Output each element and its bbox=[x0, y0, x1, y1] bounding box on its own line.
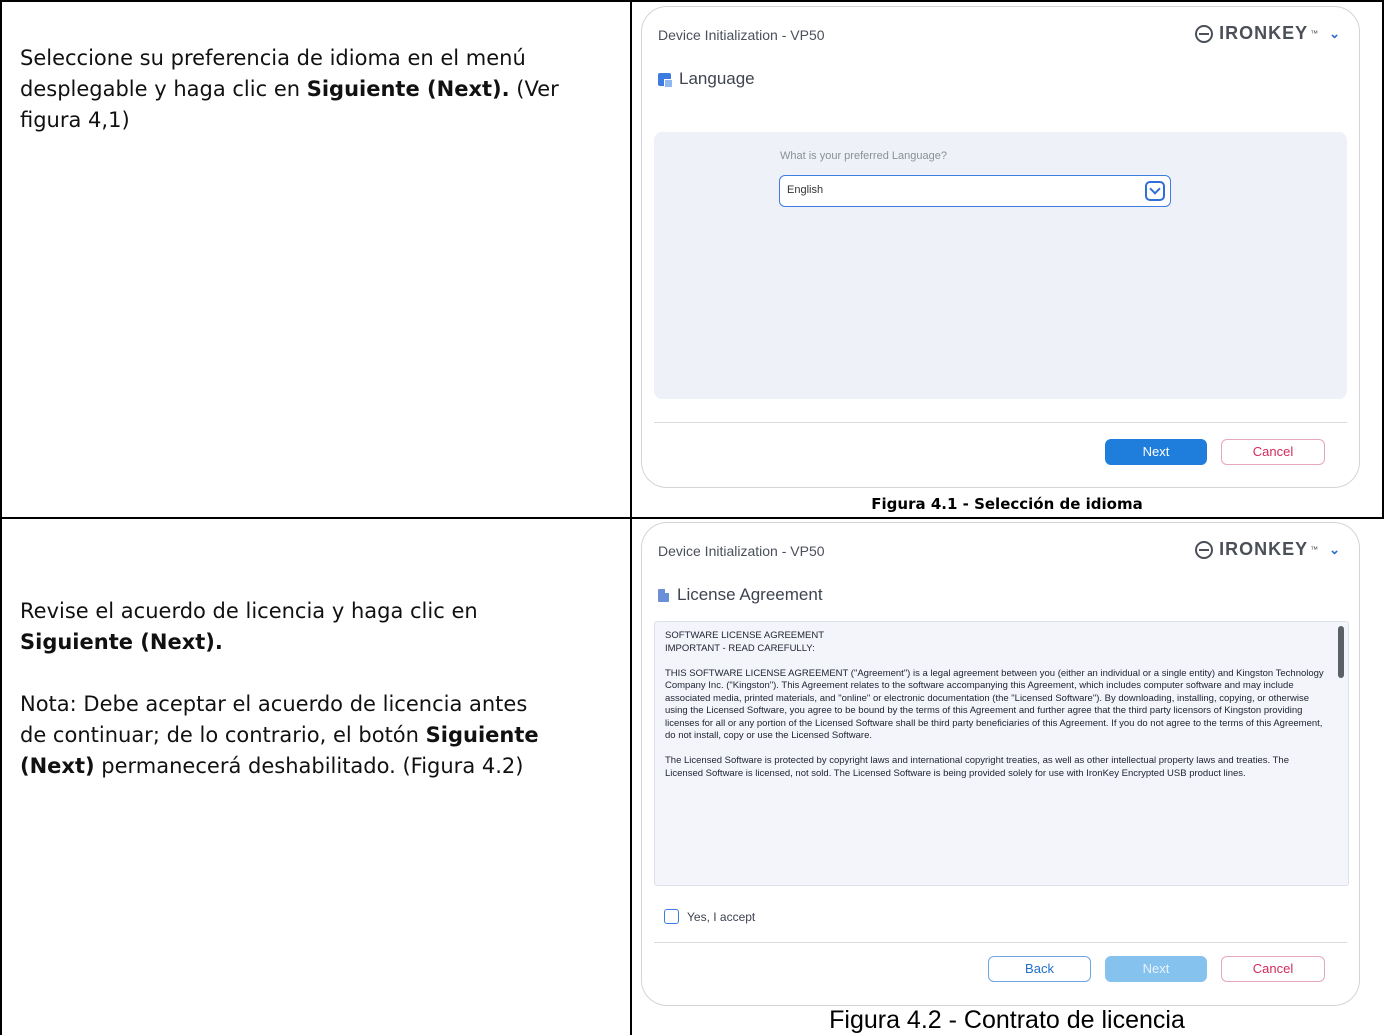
section-header: License Agreement bbox=[658, 585, 823, 605]
language-dialog: Device Initialization - VP50 IRONKEY ™ ⌄ … bbox=[641, 6, 1360, 488]
cancel-button[interactable]: Cancel bbox=[1221, 956, 1325, 982]
brand-name: IRONKEY bbox=[1219, 23, 1309, 43]
instruction-line: Seleccione su preferencia de idioma en e… bbox=[20, 46, 526, 70]
window-title: Device Initialization - VP50 bbox=[658, 27, 825, 43]
license-headings: SOFTWARE LICENSE AGREEMENT IMPORTANT - RE… bbox=[665, 630, 825, 654]
accept-checkbox-row[interactable]: Yes, I accept bbox=[664, 909, 755, 924]
license-text-box[interactable]: SOFTWARE LICENSE AGREEMENT IMPORTANT - RE… bbox=[654, 621, 1349, 886]
language-question: What is your preferred Language? bbox=[780, 150, 947, 162]
table-divider-horizontal bbox=[0, 517, 1384, 519]
accept-label: Yes, I accept bbox=[687, 909, 756, 924]
instruction-language: Seleccione su preferencia de idioma en e… bbox=[20, 43, 620, 136]
license-paragraph: THIS SOFTWARE LICENSE AGREEMENT ("Agreem… bbox=[665, 667, 1324, 742]
section-header: Language bbox=[658, 69, 755, 89]
next-button[interactable]: Next bbox=[1105, 439, 1207, 465]
instruction-line: (Next) permanecerá deshabilitado. (Figur… bbox=[20, 754, 524, 778]
chevron-down-icon[interactable]: ⌄ bbox=[1329, 26, 1341, 42]
scrollbar-thumb[interactable] bbox=[1338, 626, 1344, 678]
footer-divider bbox=[654, 422, 1347, 423]
instruction-license: Revise el acuerdo de licencia y haga cli… bbox=[20, 596, 620, 782]
table-border-top bbox=[0, 0, 1384, 2]
ironkey-logo[interactable]: IRONKEY ™ ⌄ bbox=[1195, 23, 1341, 44]
document-icon bbox=[658, 588, 669, 602]
accept-checkbox[interactable] bbox=[664, 909, 679, 924]
footer-divider bbox=[654, 942, 1347, 943]
instruction-line bbox=[20, 658, 620, 689]
language-icon bbox=[658, 72, 673, 88]
figure-caption: Figura 4.2 - Contrato de licencia bbox=[829, 1006, 1185, 1034]
instruction-line: figura 4,1) bbox=[20, 108, 130, 132]
chevron-down-icon[interactable] bbox=[1145, 181, 1165, 201]
instruction-line: desplegable y haga clic en Siguiente (Ne… bbox=[20, 77, 559, 101]
language-panel: What is your preferred Language? English bbox=[654, 132, 1347, 399]
ironkey-logo-icon bbox=[1195, 540, 1214, 559]
ironkey-logo-icon bbox=[1195, 24, 1214, 43]
table-border-right-top bbox=[1382, 0, 1384, 518]
license-paragraph: The Licensed Software is protected by co… bbox=[665, 755, 1289, 779]
section-title: Language bbox=[679, 69, 755, 88]
brand-name: IRONKEY bbox=[1219, 539, 1309, 559]
instruction-line: Revise el acuerdo de licencia y haga cli… bbox=[20, 599, 478, 623]
brand-trademark: ™ bbox=[1310, 545, 1320, 554]
language-select[interactable]: English bbox=[779, 175, 1171, 207]
cancel-button[interactable]: Cancel bbox=[1221, 439, 1325, 465]
next-button[interactable]: Next bbox=[1105, 956, 1207, 982]
instruction-line: Nota: Debe aceptar el acuerdo de licenci… bbox=[20, 692, 528, 716]
window-title: Device Initialization - VP50 bbox=[658, 543, 825, 559]
ironkey-logo[interactable]: IRONKEY ™ ⌄ bbox=[1195, 539, 1341, 560]
license-dialog: Device Initialization - VP50 IRONKEY ™ ⌄ … bbox=[641, 522, 1360, 1006]
back-button[interactable]: Back bbox=[988, 956, 1091, 982]
license-text: SOFTWARE LICENSE AGREEMENT IMPORTANT - RE… bbox=[665, 630, 1326, 793]
section-title: License Agreement bbox=[677, 585, 823, 604]
instruction-line: Siguiente (Next). bbox=[20, 630, 223, 654]
instruction-line: de continuar; de lo contrario, el botón … bbox=[20, 723, 539, 747]
figure-caption: Figura 4.1 - Selección de idioma bbox=[871, 495, 1143, 513]
chevron-down-icon[interactable]: ⌄ bbox=[1329, 542, 1341, 558]
brand-trademark: ™ bbox=[1310, 29, 1320, 38]
language-select-value: English bbox=[787, 184, 824, 196]
